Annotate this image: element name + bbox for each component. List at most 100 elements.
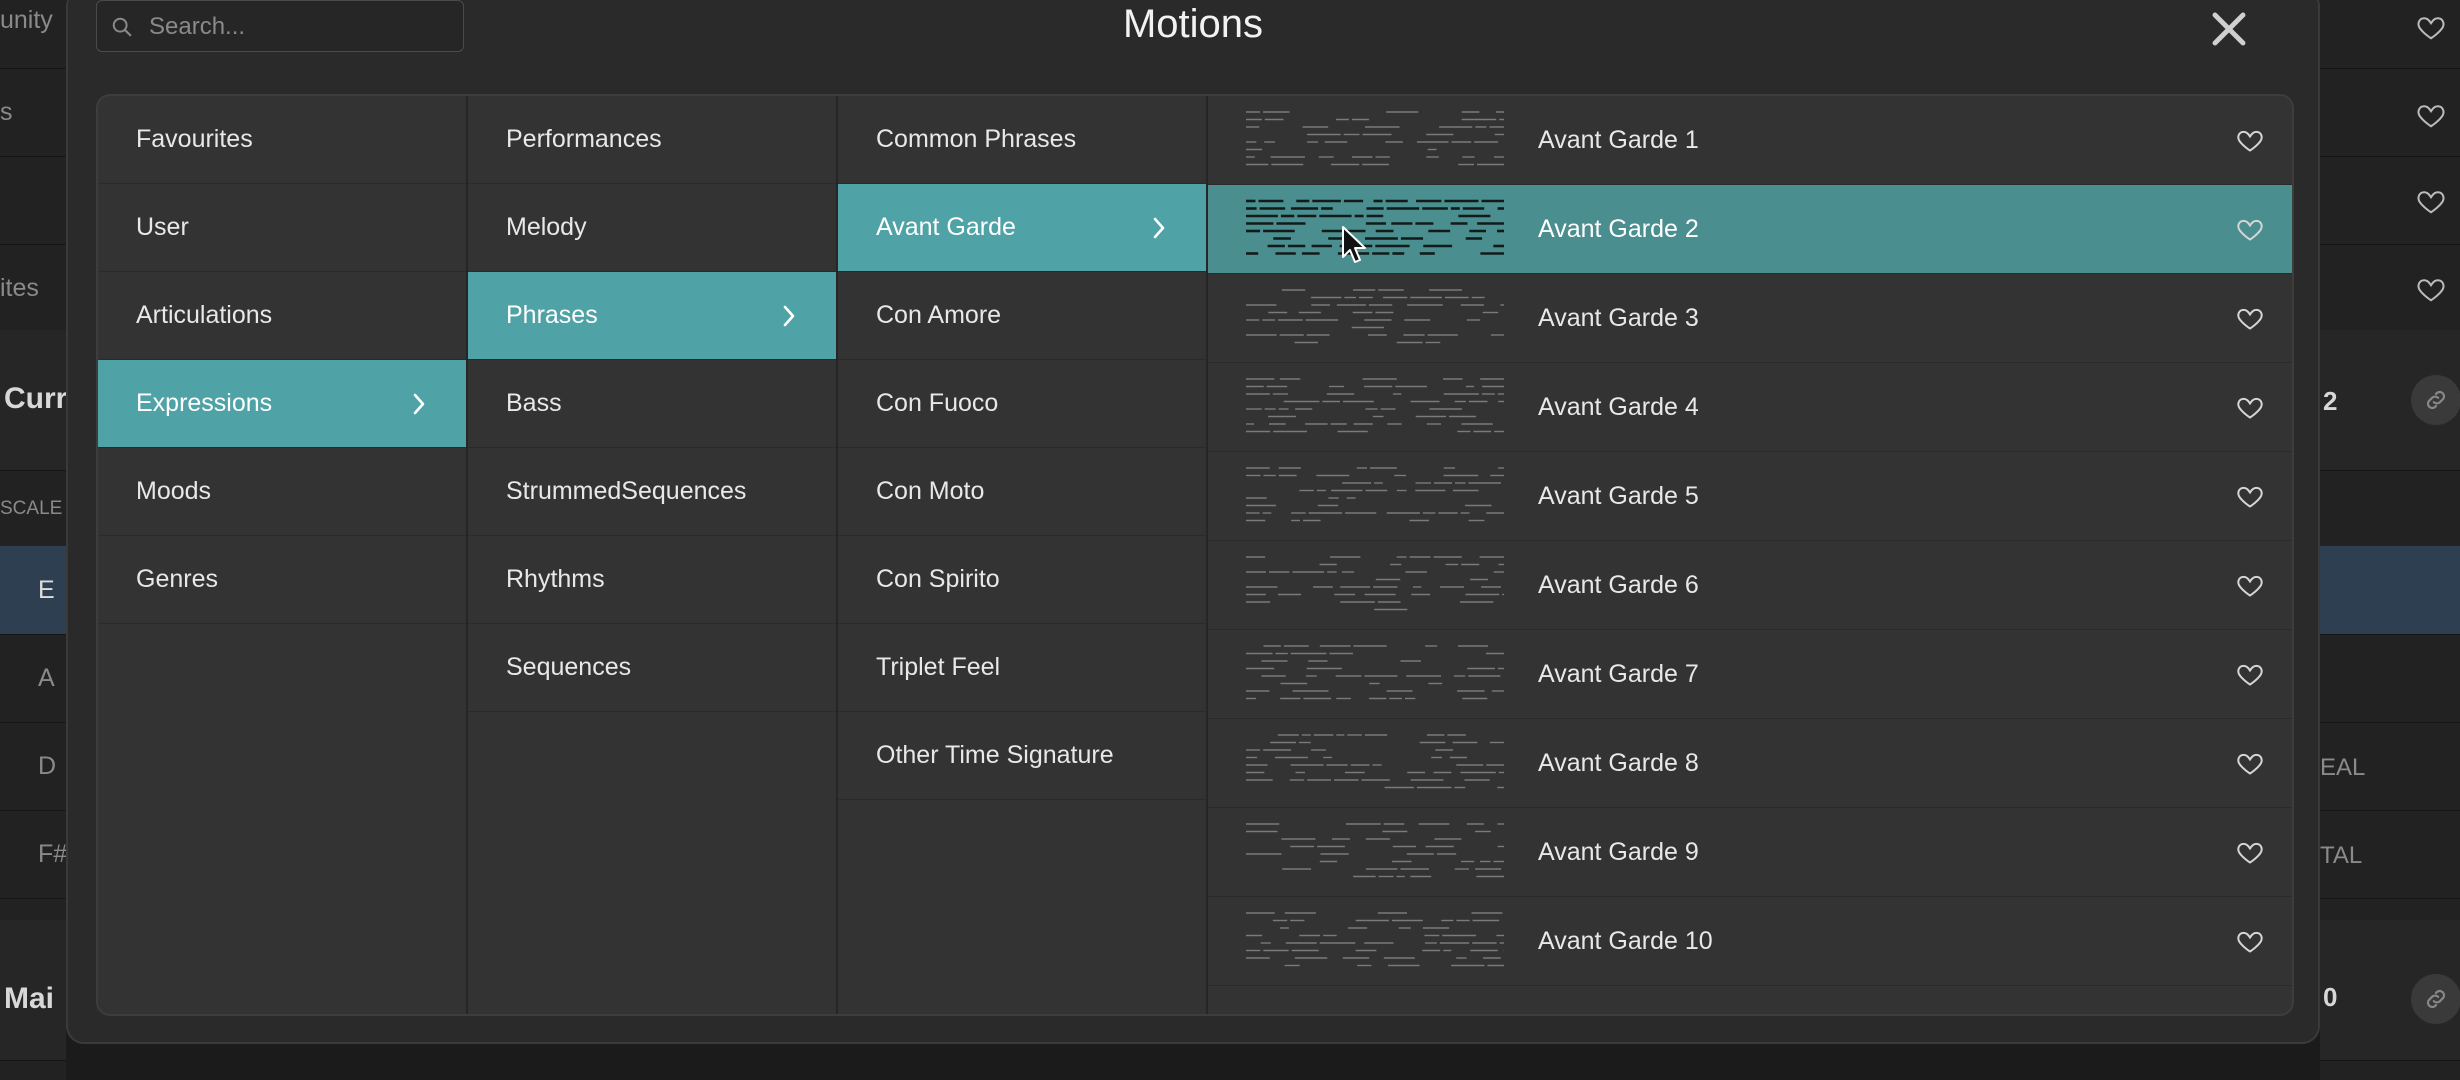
phrase-item[interactable]: Con Moto (838, 448, 1206, 536)
phrase-item[interactable]: Con Amore (838, 272, 1206, 360)
motion-pattern-thumbnail (1246, 734, 1504, 789)
phrase-column: Common Phrases Avant Garde Con Amore Con Fu… (838, 96, 1208, 1014)
heart-icon[interactable] (2416, 100, 2446, 130)
heart-icon[interactable] (2416, 274, 2446, 304)
link-icon (2426, 989, 2446, 1009)
bg-text: D (38, 752, 57, 780)
category-label: Favourites (136, 125, 253, 153)
category-item[interactable]: Favourites (98, 96, 466, 184)
heart-icon[interactable] (2236, 126, 2264, 154)
heart-icon[interactable] (2236, 215, 2264, 243)
motion-pattern-thumbnail (1246, 467, 1504, 522)
subcategory-label: Rhythms (506, 565, 605, 593)
phrase-item[interactable]: Other Time Signature (838, 712, 1206, 800)
phrase-label: Other Time Signature (876, 741, 1114, 769)
chevron-right-icon (1153, 217, 1165, 239)
phrase-label: Con Spirito (876, 565, 1000, 593)
close-icon[interactable] (2208, 8, 2250, 50)
motion-row[interactable]: Avant Garde 2 (1208, 185, 2292, 274)
subcategory-item[interactable]: Melody (468, 184, 836, 272)
phrase-item[interactable]: Con Fuoco (838, 360, 1206, 448)
motion-name: Avant Garde 3 (1538, 304, 1699, 332)
bg-text: A (38, 664, 55, 692)
subcategory-item[interactable]: Performances (468, 96, 836, 184)
motion-pattern-thumbnail (1246, 111, 1504, 166)
phrase-item[interactable]: Con Spirito (838, 536, 1206, 624)
subcategory-item[interactable]: Phrases (468, 272, 836, 360)
subcategory-item[interactable]: Sequences (468, 624, 836, 712)
subcategory-label: Phrases (506, 301, 598, 329)
category-item[interactable]: Articulations (98, 272, 466, 360)
phrase-label: Triplet Feel (876, 653, 1001, 681)
motion-row[interactable]: Avant Garde 8 (1208, 719, 2292, 808)
phrase-item[interactable]: Avant Garde (838, 184, 1206, 272)
motion-row[interactable]: Avant Garde 10 (1208, 897, 2292, 986)
dialog-title: Motions (1122, 2, 1264, 46)
motion-row[interactable]: Avant Garde 9 (1208, 808, 2292, 897)
bg-text: s (0, 98, 13, 126)
motion-row[interactable]: Avant Garde 1 (1208, 96, 2292, 185)
bg-text: Curr (4, 382, 66, 415)
subcategory-label: Performances (506, 125, 662, 153)
phrase-label: Con Fuoco (876, 389, 999, 417)
heart-icon[interactable] (2236, 927, 2264, 955)
subcategory-label: StrummedSequences (506, 477, 747, 505)
heart-icon[interactable] (2236, 393, 2264, 421)
bg-text: 0 (2323, 982, 2338, 1012)
phrase-item[interactable]: Common Phrases (838, 96, 1206, 184)
background-left-panel: unity s ites Curr SCALE E A D F# Mai (0, 0, 66, 1080)
heart-icon[interactable] (2236, 838, 2264, 866)
subcategory-item[interactable]: Rhythms (468, 536, 836, 624)
link-button[interactable] (2411, 974, 2460, 1024)
link-button[interactable] (2411, 375, 2460, 425)
heart-icon[interactable] (2236, 482, 2264, 510)
bg-text: Mai (4, 982, 55, 1015)
category-column: Favourites User Articulations Expressions Mo… (98, 96, 468, 1014)
bg-text: TAL (2320, 842, 2363, 869)
category-item[interactable]: Expressions (98, 360, 466, 448)
motion-name: Avant Garde 8 (1538, 749, 1699, 777)
subcategory-label: Sequences (506, 653, 632, 681)
category-label: Expressions (136, 389, 273, 417)
bg-text: F# (38, 840, 66, 868)
subcategory-item[interactable]: StrummedSequences (468, 448, 836, 536)
motion-row[interactable]: Avant Garde 5 (1208, 452, 2292, 541)
category-item[interactable]: User (98, 184, 466, 272)
motion-browser: Favourites User Articulations Expressions Mo… (96, 94, 2294, 1016)
motions-dialog: Motions Favourites User Articulations Expre… (66, 0, 2320, 1044)
motion-pattern-thumbnail (1246, 823, 1504, 878)
heart-icon[interactable] (2416, 186, 2446, 216)
motion-name: Avant Garde 2 (1538, 215, 1699, 243)
motion-pattern-thumbnail (1246, 199, 1504, 255)
heart-icon[interactable] (2236, 749, 2264, 777)
category-label: Genres (136, 565, 218, 593)
category-item[interactable]: Moods (98, 448, 466, 536)
link-icon (2426, 390, 2446, 410)
motion-row[interactable]: Avant Garde 6 (1208, 541, 2292, 630)
motion-name: Avant Garde 10 (1538, 927, 1713, 955)
heart-icon[interactable] (2236, 571, 2264, 599)
subcategory-label: Melody (506, 213, 587, 241)
motion-pattern-thumbnail (1246, 912, 1504, 967)
category-label: Articulations (136, 301, 273, 329)
subcategory-item[interactable]: Bass (468, 360, 836, 448)
phrase-item[interactable]: Triplet Feel (838, 624, 1206, 712)
motion-row[interactable]: Avant Garde 3 (1208, 274, 2292, 363)
motion-name: Avant Garde 1 (1538, 126, 1699, 154)
bg-text: 2 (2323, 386, 2338, 416)
category-item[interactable]: Genres (98, 536, 466, 624)
motion-name: Avant Garde 9 (1538, 838, 1699, 866)
motion-row[interactable]: Avant Garde 7 (1208, 630, 2292, 719)
heart-icon[interactable] (2416, 12, 2446, 42)
motion-pattern-thumbnail (1246, 556, 1504, 611)
motion-row[interactable]: Avant Garde 4 (1208, 363, 2292, 452)
chevron-right-icon (413, 393, 425, 415)
bg-text: ites (0, 274, 39, 302)
phrase-label: Common Phrases (876, 125, 1077, 153)
heart-icon[interactable] (2236, 304, 2264, 332)
motion-name: Avant Garde 4 (1538, 393, 1699, 421)
motion-pattern-thumbnail (1246, 645, 1504, 700)
heart-icon[interactable] (2236, 660, 2264, 688)
subcategory-label: Bass (506, 389, 562, 417)
mouse-cursor-icon (1342, 226, 1366, 263)
